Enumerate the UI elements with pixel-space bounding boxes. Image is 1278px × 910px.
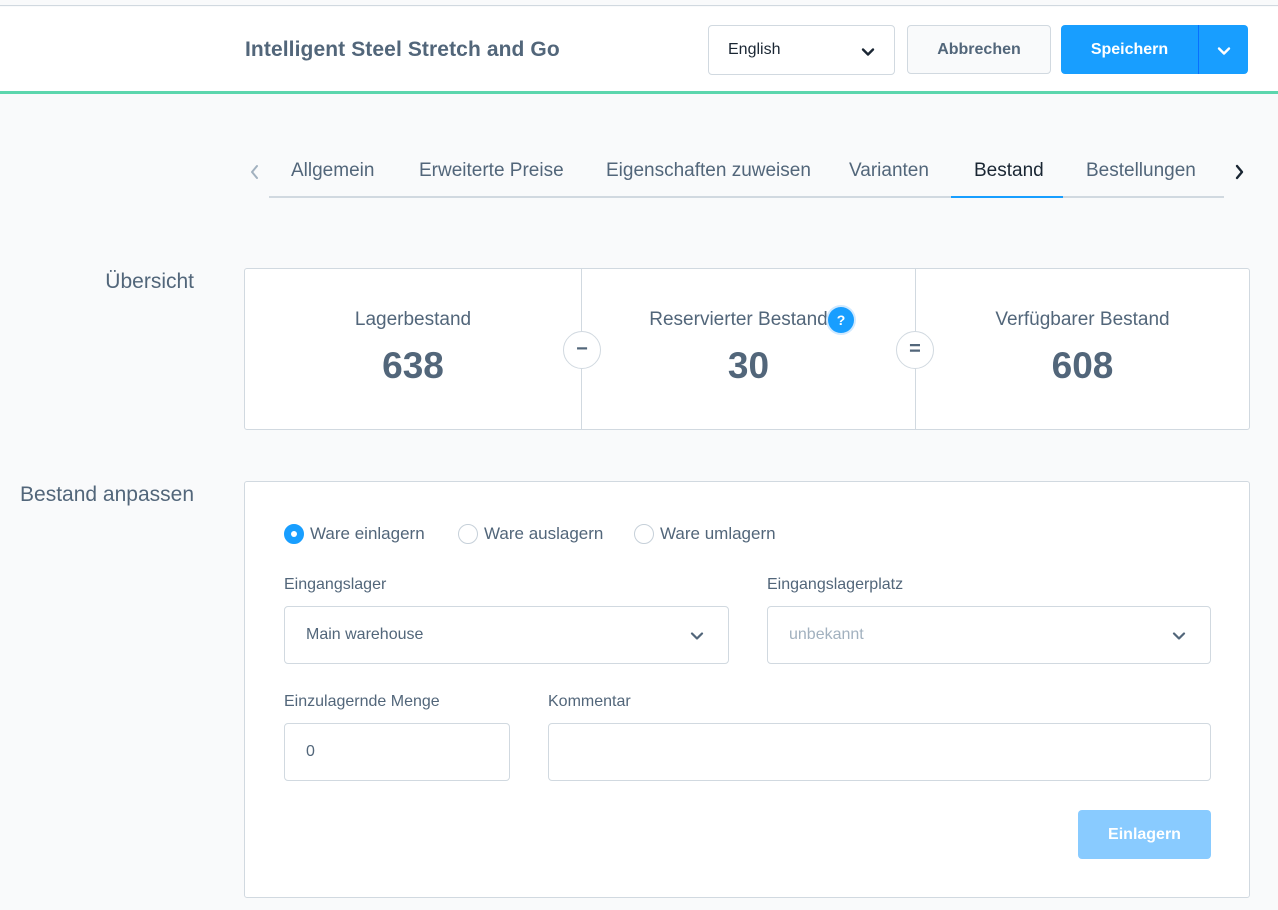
tab-erweiterte-preise[interactable]: Erweiterte Preise — [419, 160, 564, 182]
reserved-label: Reservierter Bestand — [649, 309, 828, 330]
comment-input[interactable] — [548, 723, 1211, 781]
quantity-input[interactable]: 0 — [284, 723, 510, 781]
tab-bar-baseline — [269, 196, 1224, 198]
save-button[interactable]: Speichern — [1061, 25, 1198, 74]
save-button-group: Speichern — [1061, 25, 1248, 74]
bin-label: Eingangslagerplatz — [767, 576, 904, 593]
window-top-edge — [0, 0, 1278, 6]
cancel-button[interactable]: Abbrechen — [907, 25, 1051, 74]
einlagern-button[interactable]: Einlagern — [1078, 810, 1211, 859]
language-select[interactable]: English — [708, 25, 895, 75]
bin-select[interactable]: unbekannt — [767, 606, 1211, 664]
tab-bestellungen[interactable]: Bestellungen — [1086, 160, 1196, 182]
chevron-down-icon — [861, 48, 875, 56]
available-cell: Verfügbarer Bestand 608 — [916, 269, 1249, 429]
tab-varianten[interactable]: Varianten — [849, 160, 929, 182]
chevron-left-icon[interactable] — [247, 163, 263, 181]
stock-value: 638 — [382, 345, 444, 386]
save-options-chevron-down-icon[interactable] — [1216, 43, 1232, 59]
chevron-right-icon[interactable] — [1231, 163, 1247, 181]
equals-operator-icon: = — [896, 331, 934, 369]
warehouse-label: Eingangslager — [284, 576, 387, 593]
quantity-label: Einzulagernde Menge — [284, 693, 440, 710]
available-value: 608 — [1051, 345, 1114, 386]
stock-overview-card: Lagerbestand 638 Reservierter Bestand 30… — [244, 268, 1250, 430]
chevron-down-icon — [690, 632, 704, 640]
minus-operator-icon: − — [563, 331, 601, 369]
radio-checked-icon — [284, 524, 304, 544]
tab-allgemein[interactable]: Allgemein — [291, 160, 374, 182]
radio-unchecked-icon — [458, 524, 478, 544]
language-select-value: English — [728, 41, 781, 58]
available-label: Verfügbarer Bestand — [995, 309, 1170, 330]
warehouse-select[interactable]: Main warehouse — [284, 606, 729, 664]
tab-bestand[interactable]: Bestand — [974, 160, 1044, 182]
page-header: Intelligent Steel Stretch and Go English… — [0, 7, 1278, 94]
bin-select-placeholder: unbekannt — [789, 626, 864, 643]
stock-label: Lagerbestand — [354, 309, 472, 330]
question-icon[interactable]: ? — [828, 307, 854, 333]
radio-unchecked-icon — [634, 524, 654, 544]
save-button-separator — [1198, 25, 1199, 74]
quantity-input-value: 0 — [306, 743, 315, 760]
tab-bar: Allgemein Erweiterte Preise Eigenschafte… — [245, 150, 1255, 200]
adjust-section-label: Bestand anpassen — [20, 483, 194, 506]
warehouse-select-value: Main warehouse — [306, 626, 424, 643]
tab-eigenschaften-zuweisen[interactable]: Eigenschaften zuweisen — [606, 160, 811, 182]
overview-section-label: Übersicht — [105, 270, 194, 293]
active-tab-indicator — [951, 196, 1063, 198]
stock-cell: Lagerbestand 638 — [245, 269, 581, 429]
stock-adjust-card: Ware einlagern Ware auslagern Ware umlag… — [244, 481, 1250, 898]
radio-label: Ware einlagern — [310, 524, 425, 543]
radio-label: Ware auslagern — [484, 524, 604, 543]
comment-label: Kommentar — [548, 693, 631, 710]
reserved-value: 30 — [727, 345, 770, 386]
radio-label: Ware umlagern — [660, 524, 776, 543]
reserved-cell: Reservierter Bestand 30 — [582, 269, 915, 429]
chevron-down-icon — [1172, 632, 1186, 640]
page-title: Intelligent Steel Stretch and Go — [245, 38, 560, 61]
